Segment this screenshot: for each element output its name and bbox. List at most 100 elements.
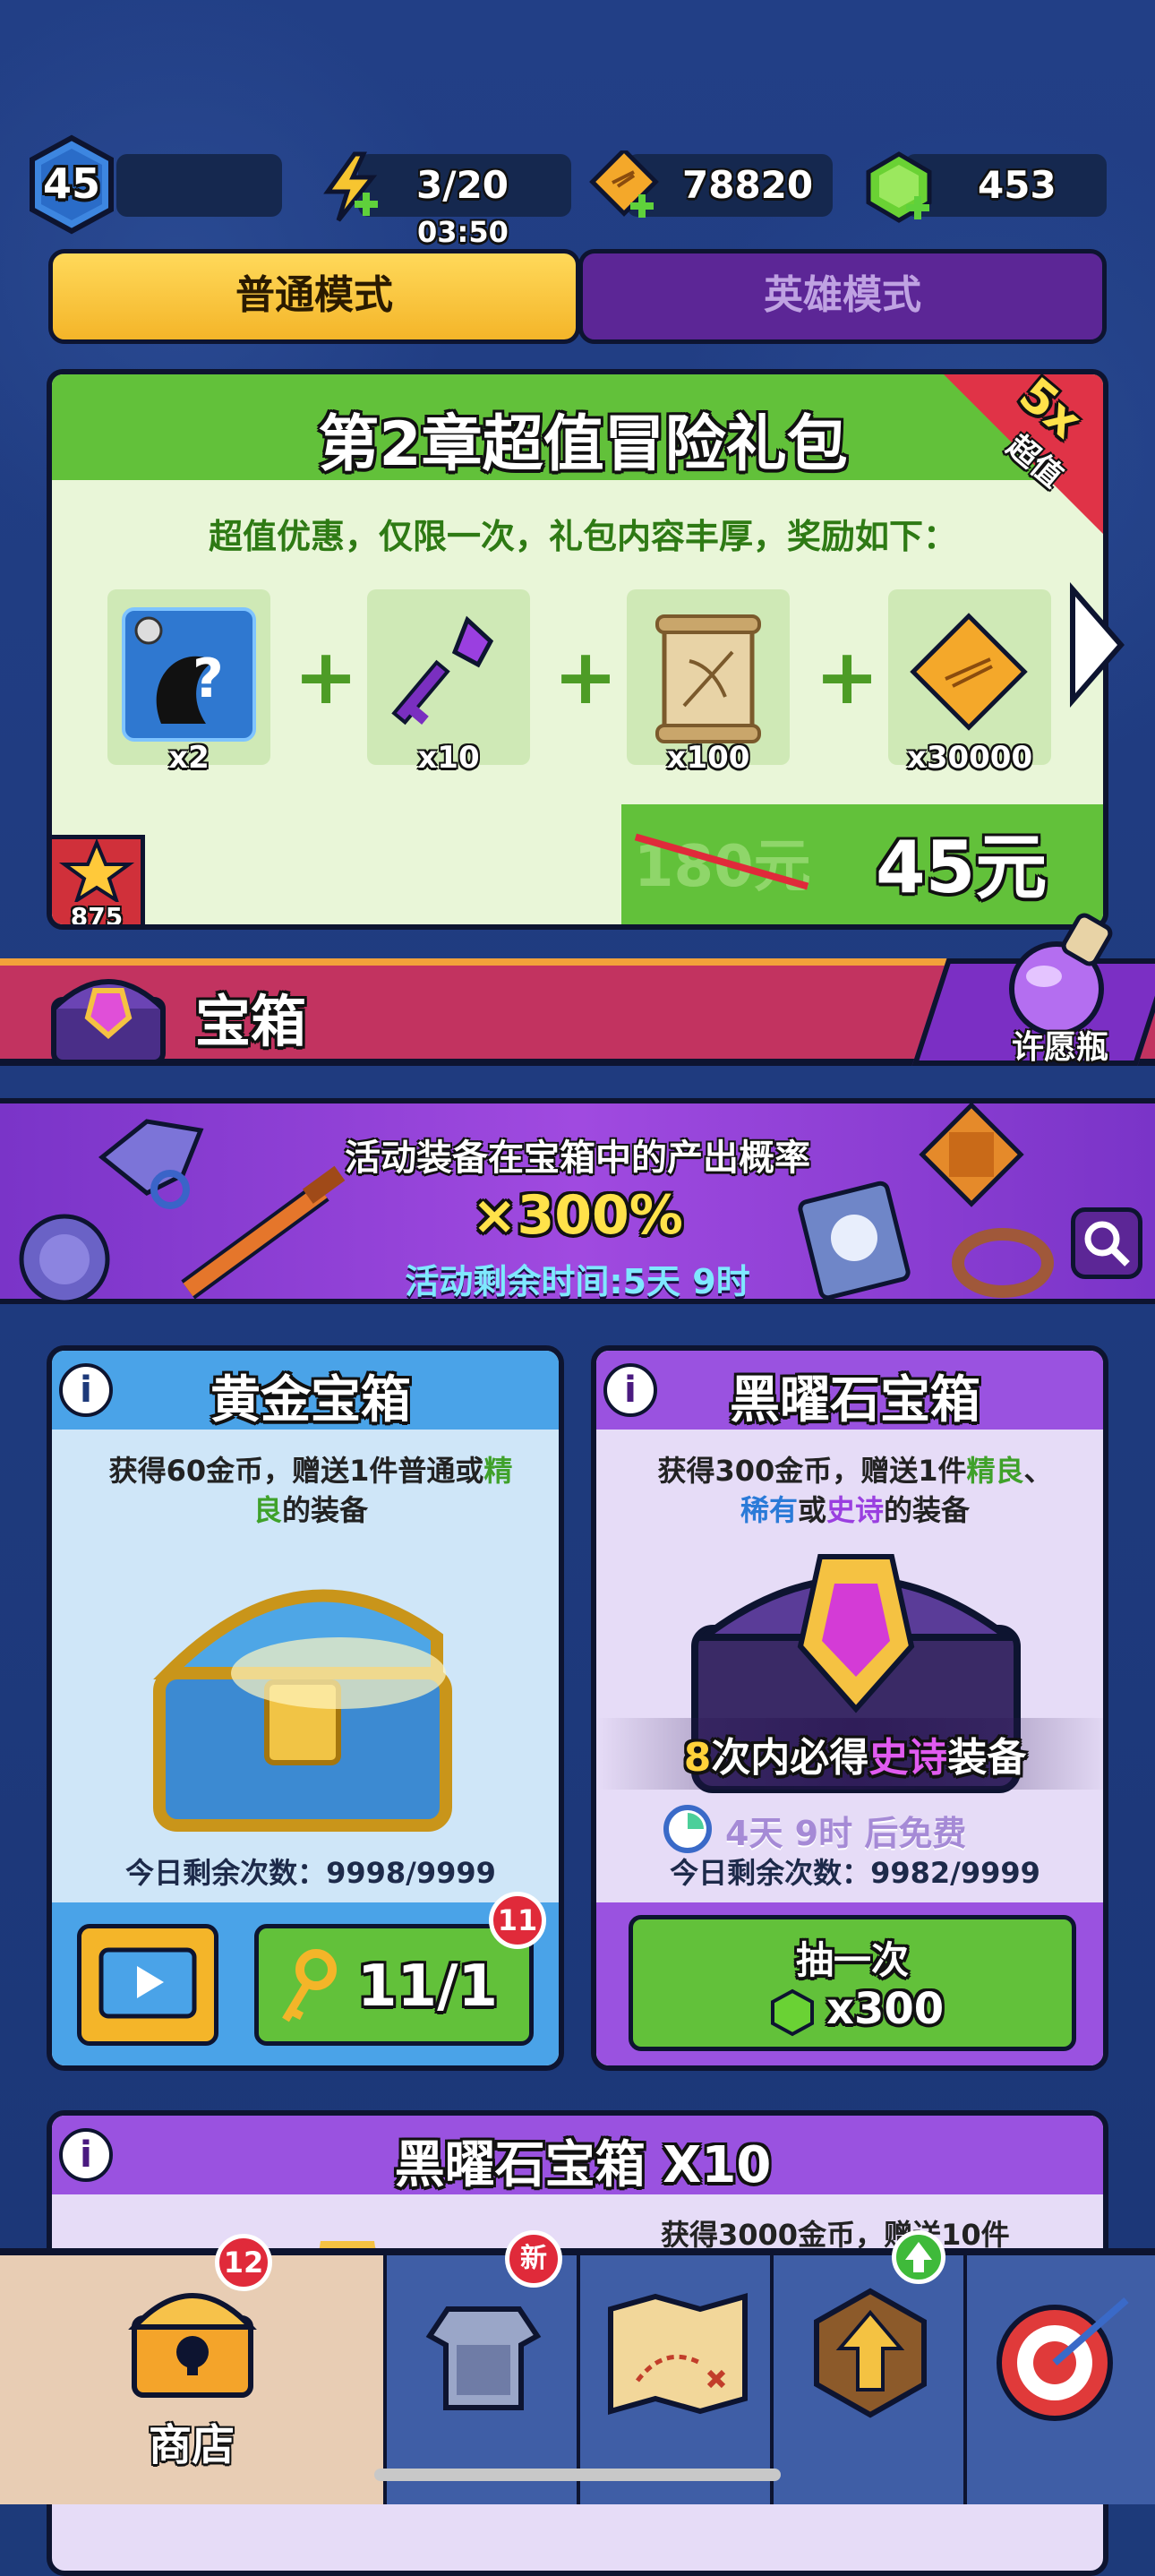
desc-quality-epic: 史诗: [826, 1493, 885, 1527]
wish-bottle-label: 许愿瓶: [1012, 1029, 1109, 1066]
desc-part: 获得300金币，赠送1件: [657, 1454, 967, 1488]
guarantee-text: 8次内必得史诗装备: [596, 1725, 1103, 1782]
nav-tab-map[interactable]: [577, 2255, 770, 2504]
event-remaining: 活动剩余时间:5天 9时: [405, 1262, 750, 1301]
remaining-count: 今日剩余次数：9982/9999: [670, 1856, 1040, 1890]
level-badge[interactable]: 45: [27, 134, 116, 235]
home-indicator: [374, 2469, 781, 2481]
key-count: 11/1: [357, 1953, 498, 2020]
chest-section-icon: [41, 955, 175, 1071]
level-value: 45: [42, 159, 100, 208]
guarantee-part: 次内必得: [711, 1735, 869, 1781]
item-qty: x10: [417, 740, 480, 776]
shop-badge: 12: [215, 2234, 272, 2291]
item-qty: x100: [666, 740, 750, 776]
equipment-new-badge: 新: [505, 2230, 562, 2288]
clock-icon: [663, 1805, 712, 1853]
item-card[interactable]: [888, 589, 1051, 765]
card-title: 黑曜石宝箱 X10: [394, 2136, 772, 2194]
key-badge-value: 11: [497, 1903, 538, 1937]
nav-shop-label: 商店: [148, 2420, 235, 2470]
desc-part: 、: [1023, 1454, 1053, 1488]
treasure-map-icon: [608, 2293, 748, 2415]
potion-bottle-icon: [994, 903, 1128, 1037]
guarantee-count: 8: [683, 1735, 712, 1781]
item-qty: x30000: [906, 740, 1033, 776]
item-card[interactable]: ?: [107, 589, 270, 765]
armor-icon: [425, 2306, 542, 2410]
obsidian-chest-card: i 黑曜石宝箱 获得300金币，赠送1件精良、 稀有或史诗的装备 8次内必得史诗装…: [591, 1345, 1108, 2071]
item-card[interactable]: [367, 589, 530, 765]
magnifier-button[interactable]: [1071, 1207, 1142, 1279]
guarantee-epic: 史诗: [868, 1735, 948, 1781]
card-desc: 获得60金币，赠送1件普通或精良的装备: [70, 1451, 552, 1530]
energy-value: 3/20: [416, 163, 509, 207]
plus-icon: +: [815, 632, 880, 722]
nav-tab-equipment[interactable]: [383, 2255, 577, 2504]
plus-icon: +: [294, 632, 359, 722]
desc-quality-fine: 精良: [966, 1454, 1024, 1488]
draw-label: 抽一次: [795, 1938, 909, 1982]
watch-ad-button[interactable]: [77, 1924, 218, 2046]
tab-normal-mode[interactable]: 普通模式: [48, 249, 580, 344]
item-card[interactable]: [627, 589, 790, 765]
mystery-equipment-icon: ?: [122, 607, 256, 742]
desc-quality-fine: 良: [252, 1493, 282, 1527]
energy-timer: 03:50: [417, 215, 509, 249]
score-badge: 875: [52, 835, 145, 930]
gift-pack-card: 第2章超值冒险礼包 5x 超值 超值优惠，仅限一次，礼包内容丰厚，奖励如下： ?…: [47, 369, 1108, 930]
nav-tab-shop[interactable]: 商店: [0, 2255, 383, 2504]
upgrade-available-icon: [892, 2230, 945, 2284]
key-open-button[interactable]: 11/1: [254, 1924, 534, 2046]
desc-part: 的装备: [884, 1493, 971, 1527]
gem-icon: [771, 1988, 814, 2037]
star-icon: [58, 837, 135, 905]
video-play-icon: [98, 1947, 197, 2019]
gold-key-icon: [282, 1949, 337, 2022]
coin-plus-icon[interactable]: [587, 147, 663, 226]
gem-plus-icon[interactable]: [860, 149, 938, 228]
desc-part: 获得60金币，赠送1件普通或: [108, 1454, 484, 1488]
card-title: 黑曜石宝箱: [730, 1371, 980, 1430]
remaining-count: 今日剩余次数：9998/9999: [125, 1856, 496, 1890]
tab-hero-mode[interactable]: 英雄模式: [578, 249, 1107, 344]
desc-quality-fine: 精: [483, 1454, 513, 1488]
card-title: 黄金宝箱: [210, 1371, 411, 1430]
tab-normal-label: 普通模式: [235, 272, 393, 318]
card-desc: 获得300金币，赠送1件精良、稀有或史诗的装备: [614, 1451, 1096, 1530]
event-line1: 活动装备在宝箱中的产出概率: [345, 1138, 810, 1179]
svg-text:?: ?: [192, 648, 224, 710]
coin-value: 78820: [682, 163, 814, 207]
draw-cost: x300: [826, 1984, 945, 2034]
draw-once-button[interactable]: 抽一次 x300: [629, 1915, 1076, 2051]
target-icon: [997, 2297, 1129, 2421]
price: 45元: [876, 826, 1048, 909]
gift-pack-subtitle: 超值优惠，仅限一次，礼包内容丰厚，奖励如下：: [208, 517, 957, 556]
nav-tab-upgrade[interactable]: [770, 2255, 963, 2504]
equipment-new-label: 新: [520, 2243, 547, 2274]
design-scroll-icon: [655, 614, 761, 743]
level-bar: [116, 154, 282, 217]
search-icon: [1084, 1221, 1130, 1267]
desc-part: 的装备: [282, 1493, 369, 1527]
nav-tab-challenge[interactable]: [963, 2255, 1155, 2504]
key-badge: 11: [489, 1892, 546, 1949]
badge-value: 875: [70, 902, 124, 930]
gold-chest-icon: [153, 1589, 452, 1832]
purple-key-icon: [391, 615, 494, 726]
tab-hero-label: 英雄模式: [764, 272, 921, 318]
event-multiplier: ×300%: [472, 1184, 683, 1247]
shop-badge-value: 12: [223, 2245, 264, 2280]
gem-value: 453: [978, 163, 1057, 207]
plus-icon: +: [553, 632, 619, 722]
desc-quality-rare: 稀有: [740, 1493, 798, 1527]
gold-coin-icon: [910, 613, 1028, 731]
next-arrow-icon[interactable]: [1065, 581, 1128, 708]
energy-plus-icon[interactable]: [315, 150, 387, 224]
item-qty: x2: [168, 740, 210, 776]
section-title: 宝箱: [195, 989, 307, 1054]
guarantee-part: 装备: [947, 1735, 1027, 1781]
desc-part: 或: [797, 1493, 826, 1527]
free-timer: 4天 9时 后免费: [725, 1814, 967, 1853]
gold-chest-card: i 黄金宝箱 获得60金币，赠送1件普通或精 良的装备 今日剩余次数：9998/9…: [47, 1345, 564, 2071]
